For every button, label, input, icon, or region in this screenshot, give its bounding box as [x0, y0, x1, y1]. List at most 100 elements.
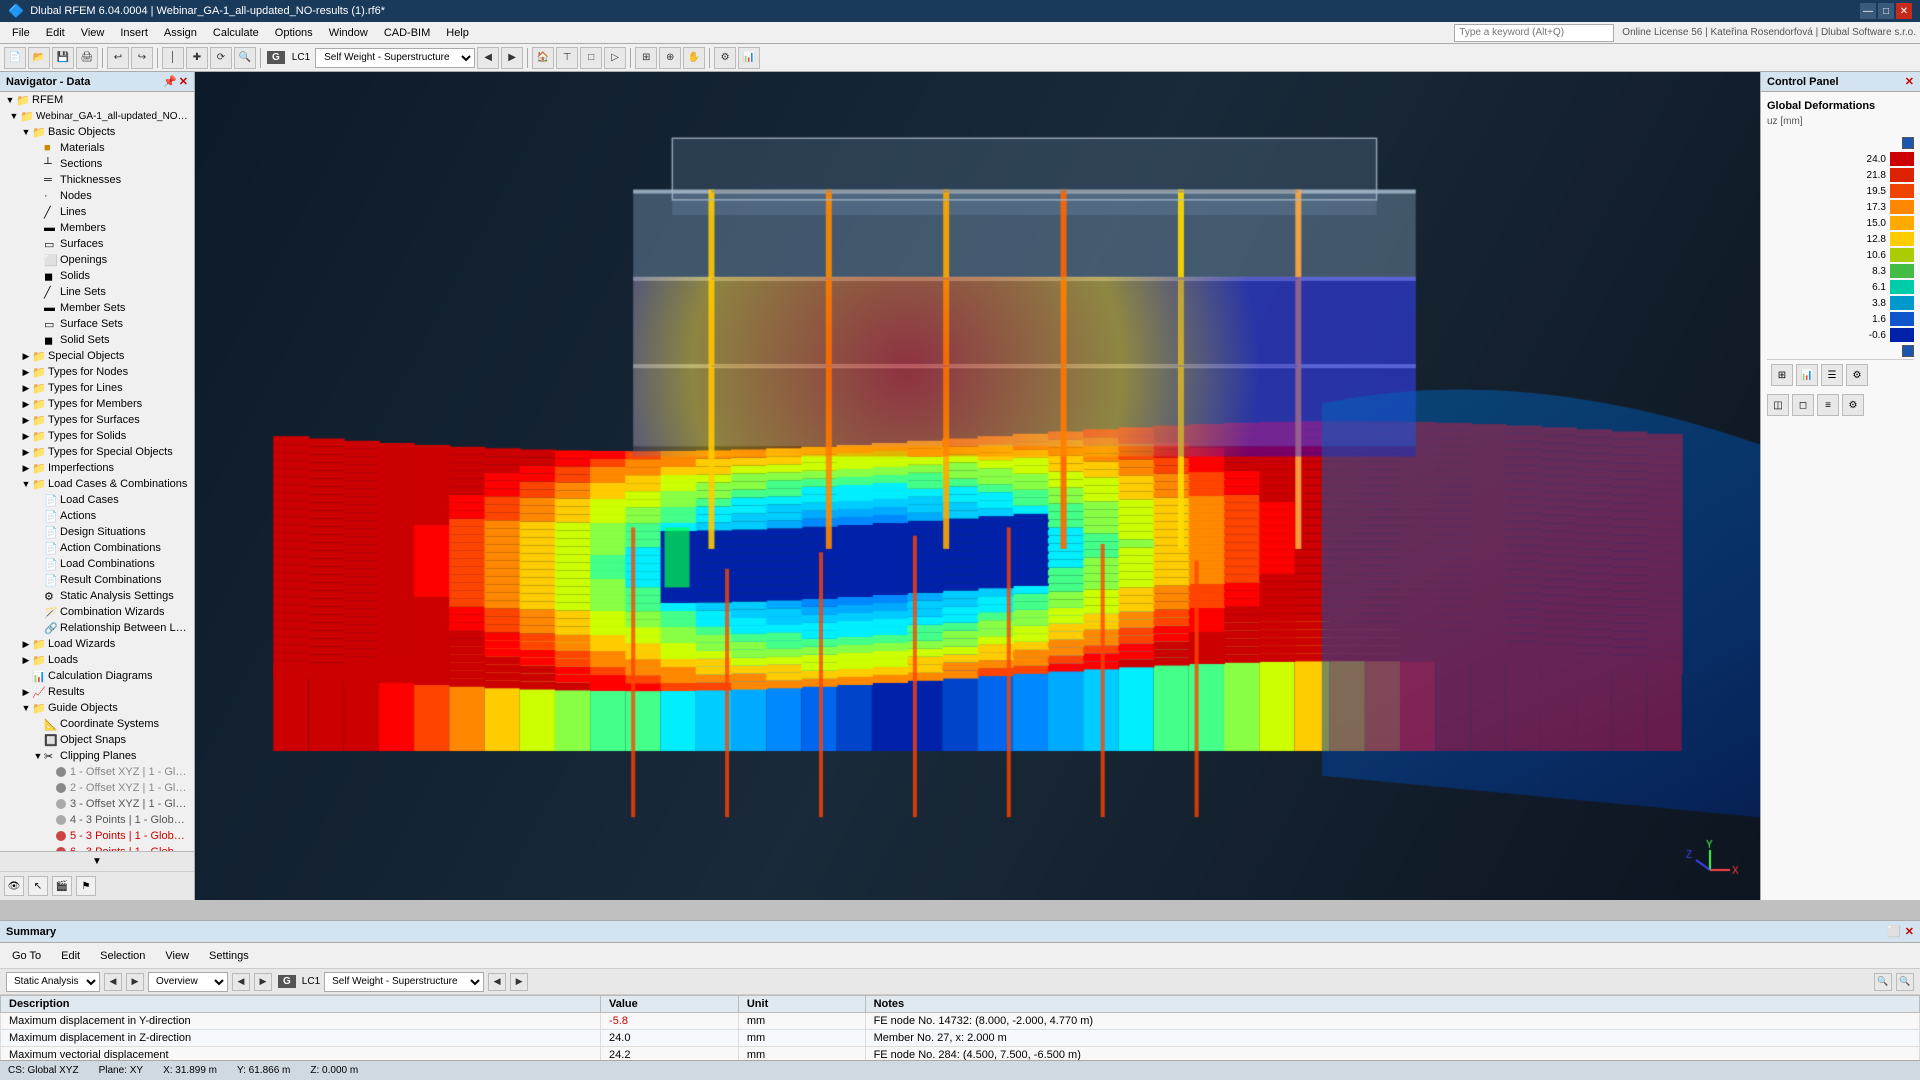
save-button[interactable]: 💾: [52, 47, 74, 69]
undo-button[interactable]: ↩: [107, 47, 129, 69]
cp-icon-settings[interactable]: ⚙: [1846, 364, 1868, 386]
menu-view[interactable]: View: [73, 25, 113, 41]
nav-lines[interactable]: ╱ Lines: [0, 204, 194, 220]
pan[interactable]: ✋: [683, 47, 705, 69]
bp-lc-select[interactable]: Self Weight - Superstructure: [324, 972, 484, 992]
nav-clipping-planes[interactable]: ▼ ✂ Clipping Planes: [0, 748, 194, 764]
bp-lc-next[interactable]: ▶: [510, 973, 528, 991]
view-iso[interactable]: 🏠: [532, 47, 554, 69]
results-toggle[interactable]: 📊: [738, 47, 760, 69]
viewport-canvas[interactable]: [195, 72, 1760, 900]
nav-types-special[interactable]: ▶ 📁 Types for Special Objects: [0, 444, 194, 460]
nav-clip-4[interactable]: 4 - 3 Points | 1 - Global XYZ: [0, 812, 194, 828]
nav-solid-sets[interactable]: ◼ Solid Sets: [0, 332, 194, 348]
new-button[interactable]: 📄: [4, 47, 26, 69]
nav-rfem-root[interactable]: ▼ 📁 RFEM: [0, 92, 194, 108]
cp-icon-chart[interactable]: 📊: [1796, 364, 1818, 386]
overview-select[interactable]: Overview: [148, 972, 228, 992]
nav-object-snaps[interactable]: 🔲 Object Snaps: [0, 732, 194, 748]
move-button[interactable]: ✚: [186, 47, 208, 69]
menu-assign[interactable]: Assign: [156, 25, 205, 41]
nav-solids[interactable]: ◼ Solids: [0, 268, 194, 284]
nav-member-sets[interactable]: ▬ Member Sets: [0, 300, 194, 316]
bp-settings[interactable]: Settings: [203, 948, 255, 964]
menu-insert[interactable]: Insert: [112, 25, 156, 41]
lc-next[interactable]: ▶: [501, 47, 523, 69]
close-button[interactable]: ✕: [1896, 3, 1912, 19]
nav-members[interactable]: ▬ Members: [0, 220, 194, 236]
nav-action-combinations[interactable]: 📄 Action Combinations: [0, 540, 194, 556]
lc-selector[interactable]: Self Weight - Superstructure: [315, 48, 475, 68]
redo-button[interactable]: ↪: [131, 47, 153, 69]
bp-lc-prev[interactable]: ◀: [488, 973, 506, 991]
view-side[interactable]: ▷: [604, 47, 626, 69]
nav-close-icon[interactable]: ✕: [179, 75, 188, 88]
nav-special-objects[interactable]: ▶ 📁 Special Objects: [0, 348, 194, 364]
nav-types-members[interactable]: ▶ 📁 Types for Members: [0, 396, 194, 412]
nav-line-sets[interactable]: ╱ Line Sets: [0, 284, 194, 300]
bp-ov-prev[interactable]: ◀: [232, 973, 250, 991]
menu-window[interactable]: Window: [321, 25, 376, 41]
nav-clip-3[interactable]: 3 - Offset XYZ | 1 - Global X: [0, 796, 194, 812]
cp-icon-b[interactable]: ◻: [1792, 394, 1814, 416]
nav-project[interactable]: ▼ 📁 Webinar_GA-1_all-updated_NO-resul: [0, 108, 194, 124]
display-settings[interactable]: ⚙: [714, 47, 736, 69]
print-button[interactable]: 🖨: [76, 47, 98, 69]
bp-goto[interactable]: Go To: [6, 948, 47, 964]
cp-icon-a[interactable]: ◫: [1767, 394, 1789, 416]
nav-scroll-down[interactable]: ▼: [92, 856, 102, 867]
analysis-type-select[interactable]: Static Analysis: [6, 972, 100, 992]
bp-ov-next[interactable]: ▶: [254, 973, 272, 991]
menu-edit[interactable]: Edit: [38, 25, 73, 41]
nav-static-analysis[interactable]: ⚙ Static Analysis Settings: [0, 588, 194, 604]
menu-file[interactable]: File: [4, 25, 38, 41]
bp-next[interactable]: ▶: [126, 973, 144, 991]
view-front[interactable]: □: [580, 47, 602, 69]
nav-load-cases-combos[interactable]: ▼ 📁 Load Cases & Combinations: [0, 476, 194, 492]
bp-prev[interactable]: ◀: [104, 973, 122, 991]
bp-zoom[interactable]: 🔍: [1874, 973, 1892, 991]
rotate-button[interactable]: ⟳: [210, 47, 232, 69]
menu-cad-bim[interactable]: CAD-BIM: [376, 25, 438, 41]
nav-clip-6[interactable]: 6 - 3 Points | 1 - Global XYZ: [0, 844, 194, 851]
nav-result-combinations[interactable]: 📄 Result Combinations: [0, 572, 194, 588]
nav-openings[interactable]: ⬜ Openings: [0, 252, 194, 268]
nav-design-situations[interactable]: 📄 Design Situations: [0, 524, 194, 540]
nav-coord-systems[interactable]: 📐 Coordinate Systems: [0, 716, 194, 732]
nav-thicknesses[interactable]: ═ Thicknesses: [0, 172, 194, 188]
nav-types-solids[interactable]: ▶ 📁 Types for Solids: [0, 428, 194, 444]
bp-view[interactable]: View: [159, 948, 195, 964]
nav-load-combinations[interactable]: 📄 Load Combinations: [0, 556, 194, 572]
cp-icon-d[interactable]: ⚙: [1842, 394, 1864, 416]
nav-types-lines[interactable]: ▶ 📁 Types for Lines: [0, 380, 194, 396]
nav-guide-objects[interactable]: ▼ 📁 Guide Objects: [0, 700, 194, 716]
nav-types-surfaces[interactable]: ▶ 📁 Types for Surfaces: [0, 412, 194, 428]
cp-icon-list[interactable]: ☰: [1821, 364, 1843, 386]
nav-video-btn[interactable]: 🎬: [52, 876, 72, 896]
menu-calculate[interactable]: Calculate: [205, 25, 267, 41]
nav-pin-icon[interactable]: 📌: [163, 75, 177, 88]
bp-selection[interactable]: Selection: [94, 948, 151, 964]
bp-expand-icon[interactable]: ⬜: [1887, 925, 1901, 938]
nav-loads[interactable]: ▶ 📁 Loads: [0, 652, 194, 668]
nav-surfaces[interactable]: ▭ Surfaces: [0, 236, 194, 252]
nav-clip-2[interactable]: 2 - Offset XYZ | 1 - Global X: [0, 780, 194, 796]
nav-flag-btn[interactable]: ⚑: [76, 876, 96, 896]
lc-prev[interactable]: ◀: [477, 47, 499, 69]
minimize-button[interactable]: —: [1860, 3, 1876, 19]
menu-options[interactable]: Options: [267, 25, 321, 41]
nav-load-cases[interactable]: 📄 Load Cases: [0, 492, 194, 508]
nav-calc-diagrams[interactable]: 📊 Calculation Diagrams: [0, 668, 194, 684]
menu-help[interactable]: Help: [438, 25, 477, 41]
viewport-3d[interactable]: [195, 72, 1760, 900]
zoom-all[interactable]: ⊞: [635, 47, 657, 69]
nav-clip-5[interactable]: 5 - 3 Points | 1 - Global XYZ: [0, 828, 194, 844]
nav-sections[interactable]: ┴ Sections: [0, 156, 194, 172]
nav-imperfections[interactable]: ▶ 📁 Imperfections: [0, 460, 194, 476]
nav-types-nodes[interactable]: ▶ 📁 Types for Nodes: [0, 364, 194, 380]
nav-pointer-btn[interactable]: ↖: [28, 876, 48, 896]
nav-eye-btn[interactable]: 👁: [4, 876, 24, 896]
nav-combo-wizards[interactable]: 🪄 Combination Wizards: [0, 604, 194, 620]
open-button[interactable]: 📂: [28, 47, 50, 69]
select-button[interactable]: │: [162, 47, 184, 69]
